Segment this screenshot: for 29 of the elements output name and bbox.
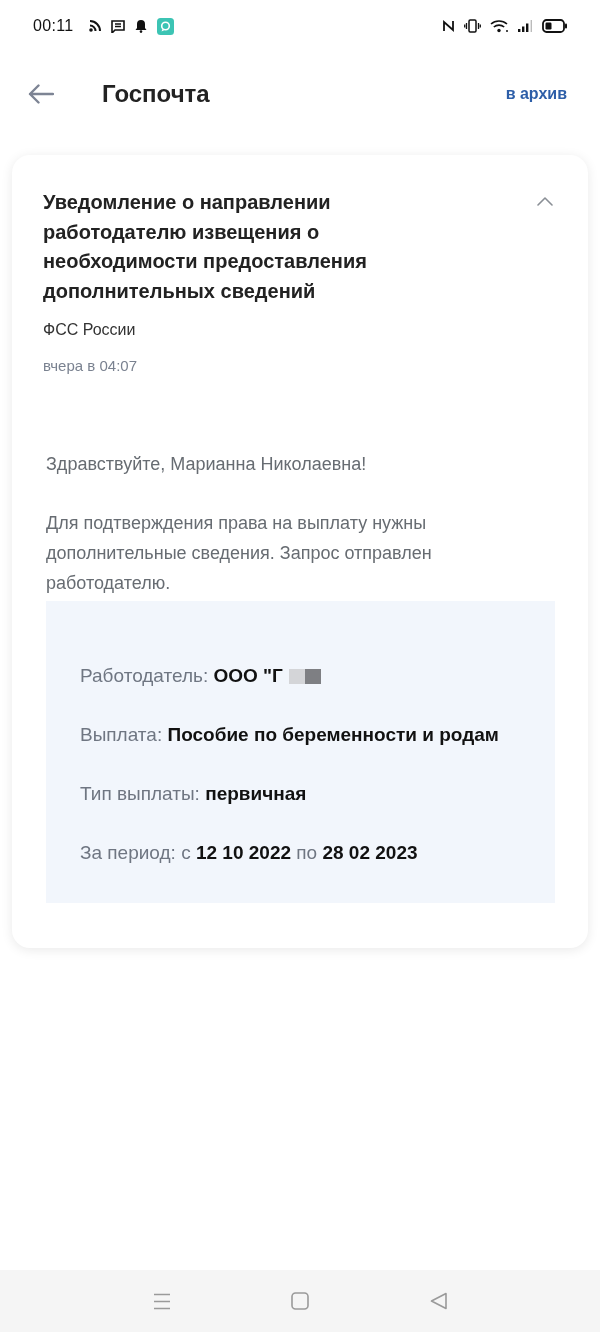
vibrate-icon — [464, 19, 481, 33]
detail-text: Работодатель: ООО "Г — [80, 664, 283, 688]
page-title: Госпочта — [102, 79, 211, 108]
triangle-back-icon — [429, 1292, 447, 1310]
signal-icon — [518, 19, 533, 33]
square-icon — [291, 1292, 309, 1310]
message-title: Уведомление о направлении работодателю извещения о необходимости предоставления дополнительных сведений — [43, 190, 368, 304]
message-icon — [111, 19, 126, 33]
clock-time: 00:11 — [33, 17, 74, 35]
detail-text: Выплата: Пособие по беременности и родам — [80, 723, 499, 747]
detail-text: Тип выплаты: первичная — [80, 782, 307, 806]
rss-icon — [89, 20, 102, 32]
message-body: Для подтверждения права на выплату нужны дополнительные сведения. Запрос отправлен работодателю. — [46, 512, 433, 595]
back-button[interactable] — [28, 81, 54, 106]
chat-app-icon — [157, 17, 175, 35]
bell-icon — [135, 19, 148, 33]
back-arrow-icon — [28, 83, 54, 104]
home-button[interactable] — [289, 1290, 311, 1312]
message-date: вчера в 04:07 — [43, 356, 138, 376]
wifi-icon — [490, 19, 509, 33]
chevron-icon — [537, 196, 553, 206]
nfc-icon — [442, 19, 455, 33]
archive-link[interactable]: в архив — [505, 84, 567, 103]
sender-name: ФСС России — [43, 320, 137, 340]
greeting-text: Здравствуйте, Марианна Николаевна! — [46, 453, 368, 476]
detail-text: За период: с 12 10 2022 по 28 02 2023 — [80, 841, 418, 865]
collapse-button[interactable] — [535, 194, 555, 208]
menu-icon — [153, 1292, 171, 1310]
battery-icon — [542, 19, 568, 33]
